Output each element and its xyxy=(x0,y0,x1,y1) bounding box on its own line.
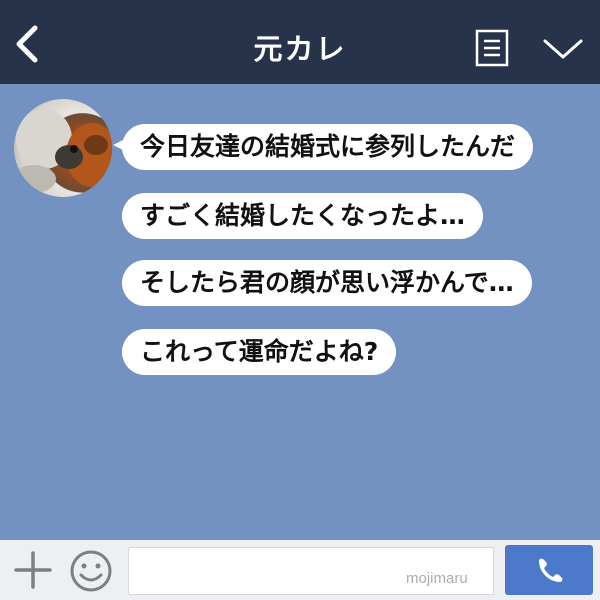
phone-icon xyxy=(539,558,563,582)
dog-photo xyxy=(14,109,112,193)
chevron-down-icon xyxy=(543,39,583,59)
message-bubble: すごく結婚したくなったよ… xyxy=(122,193,484,239)
message-bubble: これって運命だよね? xyxy=(122,329,397,375)
message-bubble: 今日友達の結婚式に参列したんだ xyxy=(112,124,534,170)
call-button[interactable] xyxy=(505,545,593,595)
plus-icon xyxy=(14,551,52,589)
chat-area: 今日友達の結婚式に参列したんだ すごく結婚したくなったよ… そしたら君の顔が思い… xyxy=(0,84,600,540)
input-bar: mojimaru xyxy=(0,540,600,600)
attach-button[interactable] xyxy=(12,550,54,590)
chat-header: 元カレ xyxy=(0,0,600,84)
emoji-button[interactable] xyxy=(68,548,114,594)
avatar[interactable] xyxy=(14,99,112,197)
watermark: mojimaru xyxy=(406,570,468,587)
smiley-icon xyxy=(70,550,112,592)
notes-icon xyxy=(475,29,509,67)
notes-button[interactable] xyxy=(474,28,512,68)
dropdown-button[interactable] xyxy=(540,34,586,64)
message-bubble: そしたら君の顔が思い浮かんで… xyxy=(122,260,532,306)
